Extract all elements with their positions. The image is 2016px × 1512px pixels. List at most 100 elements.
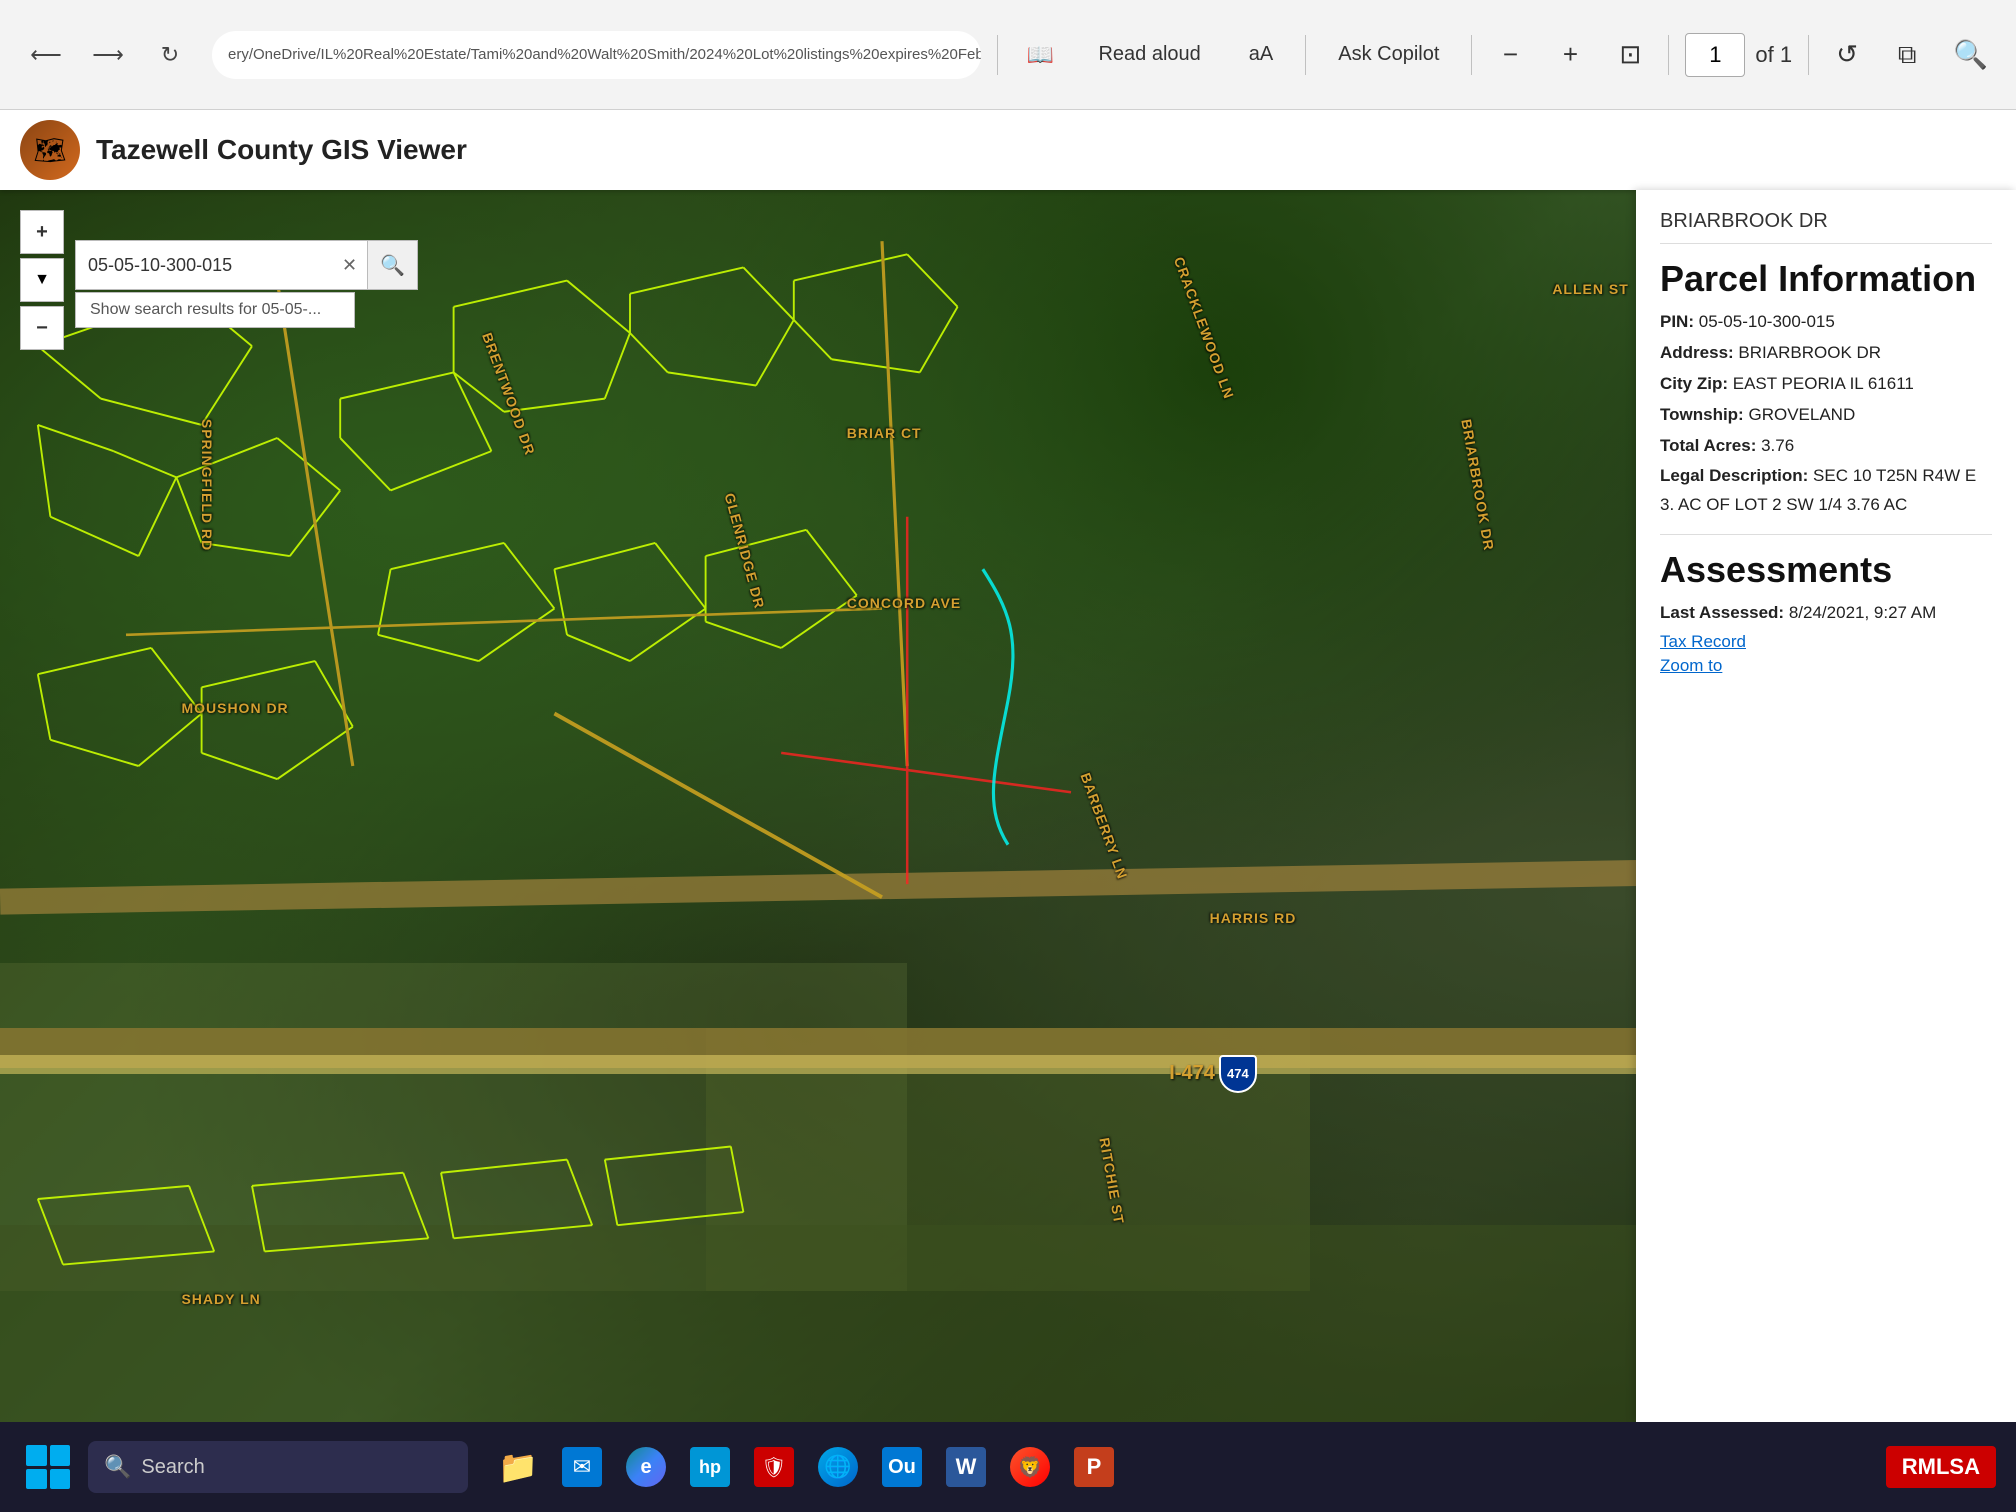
toolbar-divider-1 (997, 35, 998, 75)
taskbar-search-box[interactable]: 🔍 Search (88, 1441, 468, 1493)
taskbar-app-hp[interactable]: hp (682, 1439, 738, 1495)
win-quad-2 (50, 1445, 71, 1466)
taskbar: 🔍 Search 📁 ✉ e hp 🛡 🌐 Ou W 🦁 P (0, 1422, 2016, 1512)
taskbar-right-area: RMLSA (1886, 1446, 1996, 1488)
win-quad-1 (26, 1445, 47, 1466)
gis-title: Tazewell County GIS Viewer (96, 134, 467, 166)
street-label-briar: BRIAR CT (847, 425, 922, 441)
parcel-township-field: Township: GROVELAND (1660, 401, 1992, 430)
taskbar-app-word[interactable]: W (938, 1439, 994, 1495)
acres-value: 3.76 (1761, 436, 1794, 455)
zoom-to-link[interactable]: Zoom to (1660, 656, 1992, 676)
toolbar-divider-4 (1668, 35, 1669, 75)
street-label-allen: ALLEN ST (1552, 281, 1628, 297)
taskbar-app-brave[interactable]: 🦁 (1002, 1439, 1058, 1495)
township-value: GROVELAND (1748, 405, 1855, 424)
main-content: 🗺 Tazewell County GIS Viewer + ▼ − ✕ 🔍 S… (0, 110, 2016, 1422)
search-button[interactable]: 🔍 (1945, 30, 1996, 79)
map-search-bar: ✕ 🔍 (75, 240, 418, 290)
last-assessed-value: 8/24/2021, 9:27 AM (1789, 603, 1936, 622)
legal-label: Legal Description: (1660, 466, 1808, 485)
fit-page-button[interactable]: ⊡ (1608, 33, 1652, 77)
taskbar-app-edge[interactable]: 🌐 (810, 1439, 866, 1495)
acres-label: Total Acres: (1660, 436, 1756, 455)
page-controls: of 1 (1685, 33, 1792, 77)
address-label: Address: (1660, 343, 1734, 362)
city-zip-label: City Zip: (1660, 374, 1728, 393)
panel-divider (1660, 534, 1992, 535)
parcel-search-input[interactable] (76, 241, 332, 289)
page-number-input[interactable] (1685, 33, 1745, 77)
parcel-acres-field: Total Acres: 3.76 (1660, 432, 1992, 461)
taskbar-app-explorer[interactable]: 📁 (490, 1439, 546, 1495)
i474-text: I-474 (1169, 1062, 1215, 1085)
assessments-title: Assessments (1660, 549, 1992, 591)
township-label: Township: (1660, 405, 1744, 424)
tax-record-link[interactable]: Tax Record (1660, 632, 1992, 652)
gis-logo: 🗺 (20, 120, 80, 180)
search-clear-button[interactable]: ✕ (332, 255, 367, 276)
taskbar-app-mail[interactable]: ✉ (554, 1439, 610, 1495)
parcel-street-label: BRIARBROOK DR (1660, 210, 1992, 244)
windows-logo (26, 1445, 70, 1489)
immersive-reader-icon[interactable]: 📖 (1014, 29, 1066, 81)
url-bar[interactable]: ery/OneDrive/IL%20Real%20Estate/Tami%20a… (212, 31, 981, 79)
rotate-button[interactable]: ↺ (1825, 33, 1869, 77)
gis-map-container[interactable]: 🗺 Tazewell County GIS Viewer + ▼ − ✕ 🔍 S… (0, 110, 2016, 1422)
read-aloud-button[interactable]: Read aloud (1082, 35, 1216, 74)
address-value: BRIARBROOK DR (1738, 343, 1881, 362)
toolbar-divider-3 (1471, 35, 1472, 75)
street-label-harris: HARRIS RD (1210, 910, 1297, 926)
parcel-city-field: City Zip: EAST PEORIA IL 61611 (1660, 370, 1992, 399)
page-of-label: of 1 (1755, 42, 1792, 68)
rmlsa-badge: RMLSA (1886, 1446, 1996, 1488)
street-label-springfield: SPRINGFIELD RD (199, 419, 215, 551)
layer-dropdown-button[interactable]: ▼ (20, 258, 64, 302)
interstate-474-badge: I-474 474 (1169, 1055, 1257, 1093)
pin-value: 05-05-10-300-015 (1699, 312, 1835, 331)
copy-button[interactable]: ⧉ (1885, 33, 1929, 77)
taskbar-app-outlook[interactable]: Ou (874, 1439, 930, 1495)
taskbar-apps: 📁 ✉ e hp 🛡 🌐 Ou W 🦁 P (490, 1439, 1122, 1495)
parcel-address-field: Address: BRIARBROOK DR (1660, 339, 1992, 368)
zoom-in-button[interactable]: + (1548, 33, 1592, 77)
search-hint-text: Show search results for 05-05-... (90, 301, 321, 318)
taskbar-app-browser[interactable]: e (618, 1439, 674, 1495)
back-button[interactable]: ⟵ (20, 29, 72, 81)
search-execute-button[interactable]: 🔍 (367, 241, 417, 289)
pin-label: PIN: (1660, 312, 1694, 331)
parcel-assessed-field: Last Assessed: 8/24/2021, 9:27 AM (1660, 599, 1992, 628)
taskbar-search-icon: 🔍 (104, 1454, 131, 1480)
street-label-concord: CONCORD AVE (847, 595, 961, 611)
parcel-pin-field: PIN: 05-05-10-300-015 (1660, 308, 1992, 337)
last-assessed-label: Last Assessed: (1660, 603, 1784, 622)
win-quad-4 (50, 1469, 71, 1490)
copilot-label: Ask Copilot (1338, 43, 1439, 66)
zoom-in-map-button[interactable]: + (20, 210, 64, 254)
taskbar-app-defender[interactable]: 🛡 (746, 1439, 802, 1495)
street-label-shady: SHADY LN (181, 1291, 260, 1307)
url-text: ery/OneDrive/IL%20Real%20Estate/Tami%20a… (228, 46, 981, 63)
parcel-legal-field: Legal Description: SEC 10 T25N R4W E 3. … (1660, 462, 1992, 520)
start-button[interactable] (20, 1439, 76, 1495)
taskbar-search-text: Search (141, 1456, 204, 1479)
forward-button[interactable]: ⟶ (82, 29, 134, 81)
refresh-button[interactable]: ↻ (144, 29, 196, 81)
search-hint[interactable]: Show search results for 05-05-... (75, 292, 355, 328)
parcel-info-title: Parcel Information (1660, 258, 1992, 300)
text-size-label: aA (1249, 43, 1273, 66)
win-quad-3 (26, 1469, 47, 1490)
browser-toolbar: ⟵ ⟶ ↻ ery/OneDrive/IL%20Real%20Estate/Ta… (0, 0, 2016, 110)
ask-copilot-button[interactable]: Ask Copilot (1322, 35, 1455, 74)
toolbar-divider-2 (1305, 35, 1306, 75)
gis-header: 🗺 Tazewell County GIS Viewer (0, 110, 2016, 190)
browser-nav-controls: ⟵ ⟶ ↻ (20, 29, 196, 81)
parcel-panel: BRIARBROOK DR Parcel Information PIN: 05… (1636, 190, 2016, 1422)
map-controls: + ▼ − (20, 210, 64, 350)
zoom-out-button[interactable]: − (1488, 33, 1532, 77)
taskbar-app-powerpoint[interactable]: P (1066, 1439, 1122, 1495)
city-zip-value: EAST PEORIA IL 61611 (1733, 374, 1914, 393)
i474-shield: 474 (1219, 1055, 1257, 1093)
zoom-out-map-button[interactable]: − (20, 306, 64, 350)
text-size-button[interactable]: aA (1233, 35, 1289, 74)
